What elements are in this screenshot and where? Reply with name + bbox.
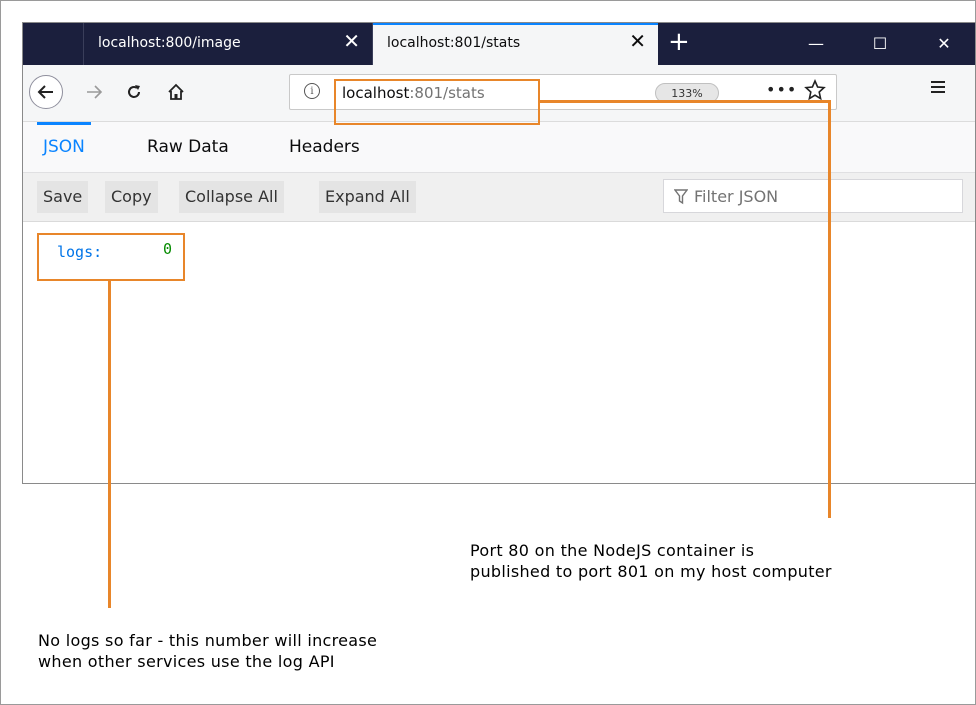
expand-all-button[interactable]: Expand All bbox=[319, 181, 416, 213]
back-icon[interactable] bbox=[29, 75, 63, 109]
tab-image[interactable]: localhost:800/image ✕ bbox=[83, 23, 373, 65]
logs-annotation-line-2: when other services use the log API bbox=[38, 652, 335, 671]
page-actions-icon[interactable]: ••• bbox=[766, 80, 797, 99]
reload-icon[interactable] bbox=[119, 77, 149, 107]
new-tab-icon[interactable]: + bbox=[668, 27, 690, 57]
logs-annotation: No logs so far - this number will increa… bbox=[38, 630, 377, 672]
tab-stats[interactable]: localhost:801/stats ✕ bbox=[373, 23, 658, 65]
port-annotation-line-2: published to port 801 on my host compute… bbox=[470, 562, 832, 581]
json-viewer-tabs: JSON Raw Data Headers bbox=[23, 122, 975, 173]
copy-button[interactable]: Copy bbox=[105, 181, 158, 213]
tab-headers[interactable]: Headers bbox=[283, 122, 366, 172]
close-window-icon[interactable]: ✕ bbox=[921, 23, 967, 65]
info-icon[interactable]: i bbox=[304, 83, 320, 99]
url-callout-line bbox=[540, 100, 830, 103]
maximize-icon[interactable]: ☐ bbox=[857, 23, 903, 65]
minimize-icon[interactable]: — bbox=[793, 23, 839, 65]
collapse-all-button[interactable]: Collapse All bbox=[179, 181, 284, 213]
logs-callout-line bbox=[108, 281, 111, 608]
tab-raw-data[interactable]: Raw Data bbox=[141, 122, 235, 172]
tab-title: localhost:801/stats bbox=[387, 35, 521, 51]
home-icon[interactable] bbox=[161, 77, 191, 107]
tab-title: localhost:800/image bbox=[98, 35, 241, 51]
port-annotation: Port 80 on the NodeJS container is publi… bbox=[470, 540, 832, 582]
filter-json-input[interactable]: Filter JSON bbox=[663, 179, 963, 213]
filter-icon bbox=[673, 189, 689, 209]
close-tab-icon[interactable]: ✕ bbox=[343, 31, 360, 51]
save-button[interactable]: Save bbox=[37, 181, 89, 213]
close-tab-icon[interactable]: ✕ bbox=[629, 31, 646, 51]
url-callout-line-vertical bbox=[828, 100, 831, 518]
tab-json[interactable]: JSON bbox=[37, 122, 91, 172]
logs-annotation-line-1: No logs so far - this number will increa… bbox=[38, 631, 378, 650]
hamburger-menu-icon[interactable] bbox=[929, 79, 947, 95]
logs-highlight-box bbox=[37, 233, 185, 281]
forward-icon[interactable] bbox=[79, 77, 109, 107]
port-annotation-line-1: Port 80 on the NodeJS container is bbox=[470, 541, 755, 560]
json-toolbar: Save Copy Collapse All Expand All Filter… bbox=[23, 173, 975, 222]
url-highlight-box bbox=[334, 79, 540, 125]
tab-bar: localhost:800/image ✕ localhost:801/stat… bbox=[23, 23, 975, 65]
filter-placeholder: Filter JSON bbox=[694, 187, 779, 206]
